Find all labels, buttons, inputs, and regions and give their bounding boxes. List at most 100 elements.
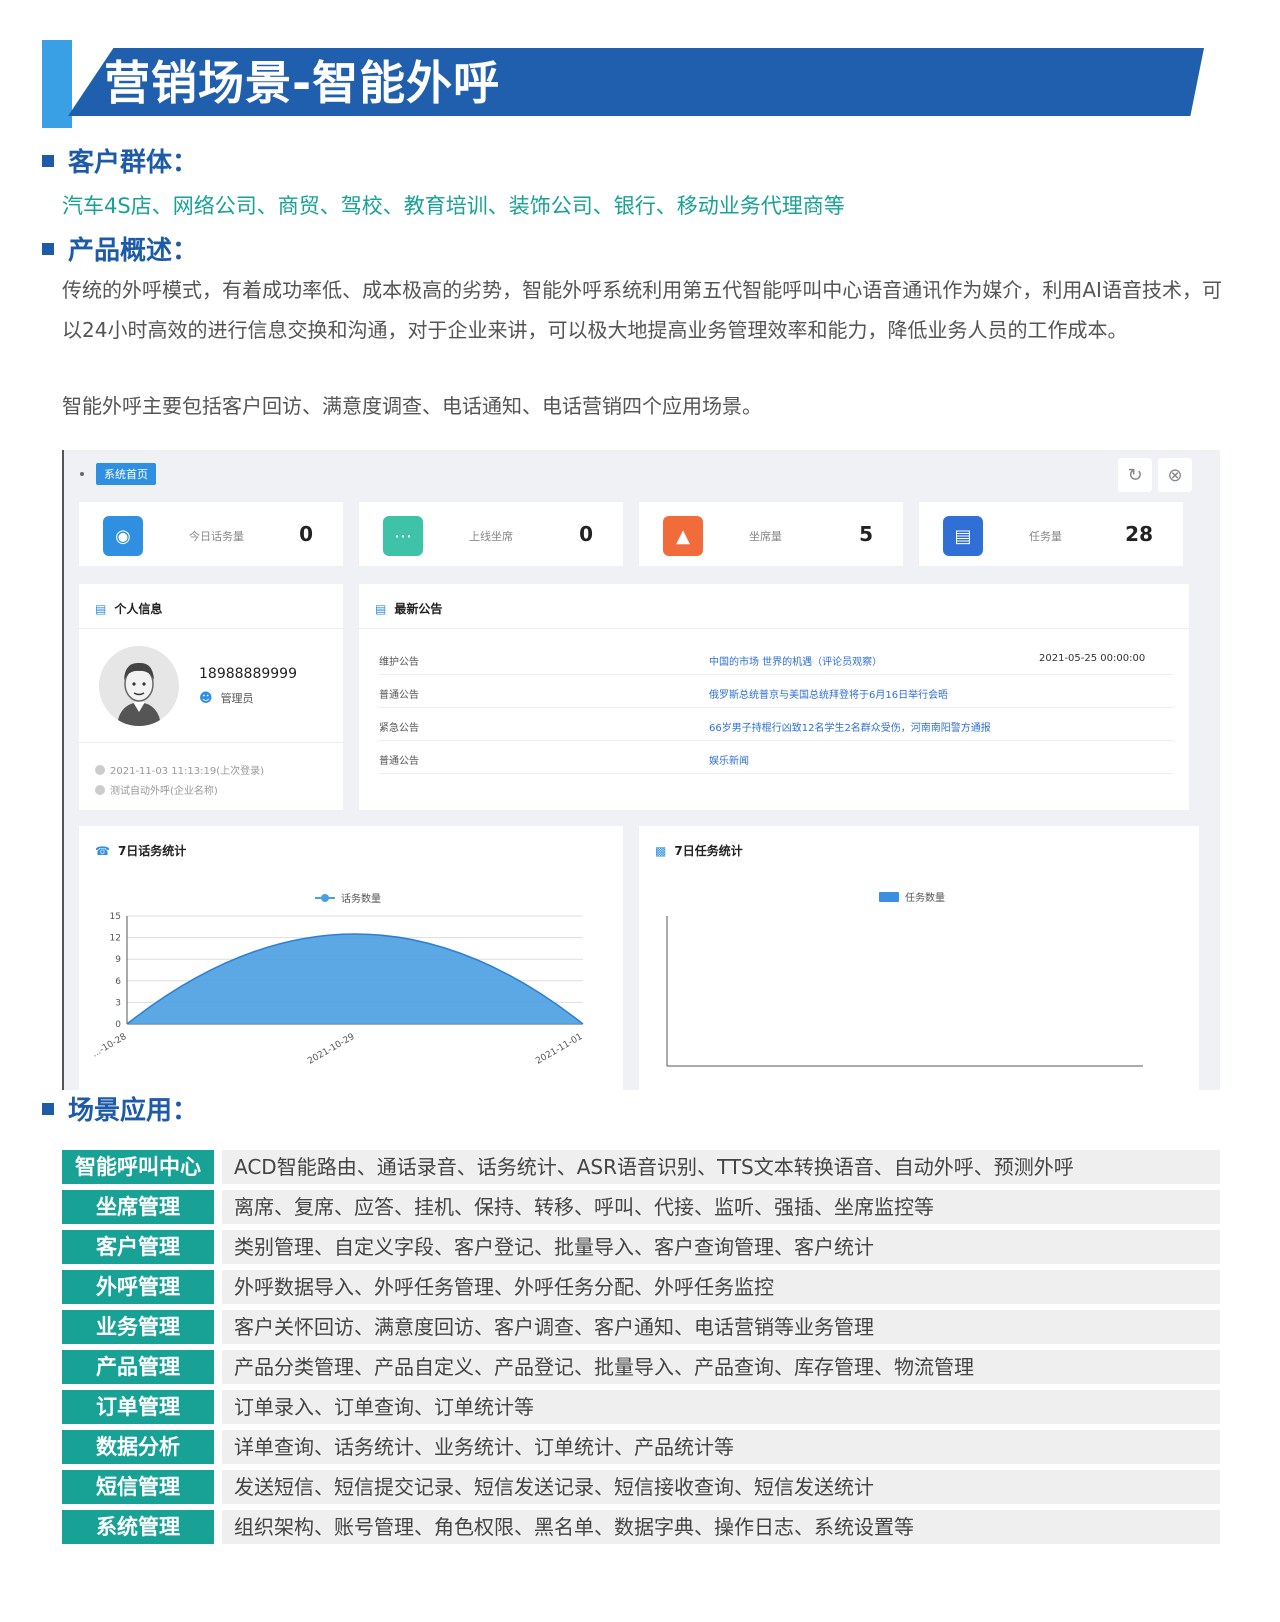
overview-paragraph-2: 智能外呼主要包括客户回访、满意度调查、电话通知、电话营销四个应用场景。 [62, 394, 762, 418]
page-banner: 营销场景-智能外呼 [42, 40, 1220, 128]
notices-card-title: ▤ 最新公告 [375, 601, 443, 617]
clipboard-icon: ▤ [375, 601, 387, 616]
profile-card: ▤ 个人信息 18988889999 ☻ 管理员 2021-11-03 11:1… [79, 584, 343, 810]
stat-label: 坐席量 [749, 530, 782, 543]
bullet-square-icon [42, 242, 54, 255]
stat-value: 28 [1125, 522, 1153, 546]
company-name: 测试自动外呼(企业名称) [95, 782, 218, 797]
notice-link[interactable]: 俄罗斯总统普京与美国总统拜登将于6月16日举行会晤 [709, 686, 948, 701]
customers-text: 汽车4S店、网络公司、商贸、驾校、教育培训、装饰公司、银行、移动业务代理商等 [62, 194, 845, 218]
table-row: 外呼管理 外呼数据导入、外呼任务管理、外呼任务分配、外呼任务监控 [62, 1270, 1220, 1304]
scene-name: 短信管理 [62, 1470, 214, 1504]
chat-icon: ⋯ [383, 516, 423, 556]
dashboard-tabbar: 系统首页 [64, 450, 1220, 498]
scene-name: 产品管理 [62, 1350, 214, 1384]
stat-card-seats: ▲ 坐席量 5 [639, 502, 903, 566]
table-row: 客户管理 类别管理、自定义字段、客户登记、批量导入、客户查询管理、客户统计 [62, 1230, 1220, 1264]
notice-link[interactable]: 66岁男子持棍行凶致12名学生2名群众受伤，河南南阳警方通报 [709, 719, 991, 734]
scene-name: 系统管理 [62, 1510, 214, 1544]
notice-row[interactable]: 普通公告 娱乐新闻 [379, 741, 1173, 774]
clock-icon [95, 764, 105, 775]
last-login: 2021-11-03 11:13:19(上次登录) [95, 762, 264, 777]
scene-name: 智能呼叫中心 [62, 1150, 214, 1184]
scene-desc: 组织架构、账号管理、角色权限、黑名单、数据字典、操作日志、系统设置等 [222, 1510, 1220, 1544]
overview-heading: 产品概述： [42, 230, 198, 267]
stat-label: 今日话务量 [189, 530, 244, 543]
notice-type: 普通公告 [379, 690, 419, 701]
chart-icon: ▲ [663, 516, 703, 556]
task-chart-card: ▩ 7日任务统计 任务数量 [639, 826, 1199, 1090]
call-chart-svg: 话务数量 0 3 6 9 12 15 ...-10-28 2021-10-29 2021-11-0… [91, 892, 585, 1067]
y-tick-label: 0 [115, 1020, 121, 1030]
clipboard-icon: ▤ [943, 516, 983, 556]
banner-accent [42, 40, 72, 128]
task-chart-svg: 任务数量 [666, 891, 1143, 1067]
divider [359, 628, 1189, 629]
table-row: 业务管理 客户关怀回访、满意度回访、客户调查、客户通知、电话营销等业务管理 [62, 1310, 1220, 1344]
scene-name: 数据分析 [62, 1430, 214, 1464]
tab-home[interactable]: 系统首页 [96, 463, 156, 485]
x-tick-label: 2021-11-01 [534, 1032, 584, 1067]
notice-type: 普通公告 [379, 756, 419, 767]
x-tick-label: ...-10-28 [91, 1032, 129, 1060]
notice-link[interactable]: 娱乐新闻 [709, 752, 749, 767]
stat-value: 0 [579, 522, 593, 546]
y-tick-label: 9 [115, 955, 121, 965]
notice-row[interactable]: 维护公告 中国的市场 世界的机遇（评论员观察） 2021-05-25 00:00… [379, 642, 1173, 675]
eye-icon: ◉ [103, 516, 143, 556]
dashboard-screenshot: 系统首页 ↻ ⊗ ◉ 今日话务量 0 ⋯ 上线坐席 0 ▲ 坐席量 5 ▤ 任务… [62, 450, 1220, 1090]
customers-heading-text: 客户群体： [68, 148, 199, 178]
y-tick-label: 3 [115, 998, 121, 1008]
table-row: 智能呼叫中心 ACD智能路由、通话录音、话务统计、ASR语音识别、TTS文本转换… [62, 1150, 1220, 1184]
stat-card-calls: ◉ 今日话务量 0 [79, 502, 343, 566]
scene-desc: ACD智能路由、通话录音、话务统计、ASR语音识别、TTS文本转换语音、自动外呼… [222, 1150, 1220, 1184]
scene-desc: 外呼数据导入、外呼任务管理、外呼任务分配、外呼任务监控 [222, 1270, 1220, 1304]
x-tick-label: 2021-10-29 [306, 1032, 357, 1067]
stat-label: 上线坐席 [469, 530, 513, 543]
notice-row[interactable]: 紧急公告 66岁男子持棍行凶致12名学生2名群众受伤，河南南阳警方通报 [379, 708, 1173, 741]
y-tick-label: 6 [115, 977, 121, 987]
notice-link[interactable]: 中国的市场 世界的机遇（评论员观察） [709, 653, 882, 668]
legend-label: 任务数量 [905, 891, 945, 904]
divider [79, 628, 343, 629]
table-row: 产品管理 产品分类管理、产品自定义、产品登记、批量导入、产品查询、库存管理、物流… [62, 1350, 1220, 1384]
scene-name: 订单管理 [62, 1390, 214, 1424]
legend-marker [879, 892, 899, 902]
page-title: 营销场景-智能外呼 [104, 56, 501, 110]
bullet-square-icon [42, 154, 54, 167]
tab-dot-icon [80, 472, 84, 476]
bullet-square-icon [42, 1102, 54, 1115]
profile-card-title: ▤ 个人信息 [95, 601, 163, 617]
scene-name: 坐席管理 [62, 1190, 214, 1224]
divider [79, 742, 343, 743]
avatar [99, 646, 179, 726]
notice-row[interactable]: 普通公告 俄罗斯总统普京与美国总统拜登将于6月16日举行会晤 [379, 675, 1173, 708]
legend-marker [321, 894, 329, 902]
y-tick-label: 12 [110, 934, 121, 944]
profile-role: ☻ 管理员 [199, 690, 254, 706]
scene-desc: 产品分类管理、产品自定义、产品登记、批量导入、产品查询、库存管理、物流管理 [222, 1350, 1220, 1384]
call-chart-card: ☎ 7日话务统计 话务数量 0 3 6 9 12 15 ...-10-28 2021-10-29… [79, 826, 623, 1090]
refresh-icon[interactable]: ↻ [1118, 458, 1152, 492]
scene-name: 客户管理 [62, 1230, 214, 1264]
info-icon [95, 784, 105, 795]
user-icon: ☻ [199, 690, 213, 706]
scenes-heading-text: 场景应用： [68, 1096, 199, 1126]
y-tick-label: 15 [110, 912, 121, 922]
table-row: 订单管理 订单录入、订单查询、订单统计等 [62, 1390, 1220, 1424]
table-row: 数据分析 详单查询、话务统计、业务统计、订单统计、产品统计等 [62, 1430, 1220, 1464]
close-tabs-icon[interactable]: ⊗ [1158, 458, 1192, 492]
legend-label: 话务数量 [341, 892, 381, 905]
stat-card-online-seats: ⋯ 上线坐席 0 [359, 502, 623, 566]
scene-desc: 离席、复席、应答、挂机、保持、转移、呼叫、代接、监听、强插、坐席监控等 [222, 1190, 1220, 1224]
scene-desc: 订单录入、订单查询、订单统计等 [222, 1390, 1220, 1424]
scenes-heading: 场景应用： [42, 1090, 198, 1127]
scene-name: 业务管理 [62, 1310, 214, 1344]
table-row: 系统管理 组织架构、账号管理、角色权限、黑名单、数据字典、操作日志、系统设置等 [62, 1510, 1220, 1544]
stat-value: 5 [859, 522, 873, 546]
customers-heading: 客户群体： [42, 142, 198, 179]
area-series [127, 934, 583, 1024]
table-row: 坐席管理 离席、复席、应答、挂机、保持、转移、呼叫、代接、监听、强插、坐席监控等 [62, 1190, 1220, 1224]
stat-card-tasks: ▤ 任务量 28 [919, 502, 1183, 566]
scene-name: 外呼管理 [62, 1270, 214, 1304]
